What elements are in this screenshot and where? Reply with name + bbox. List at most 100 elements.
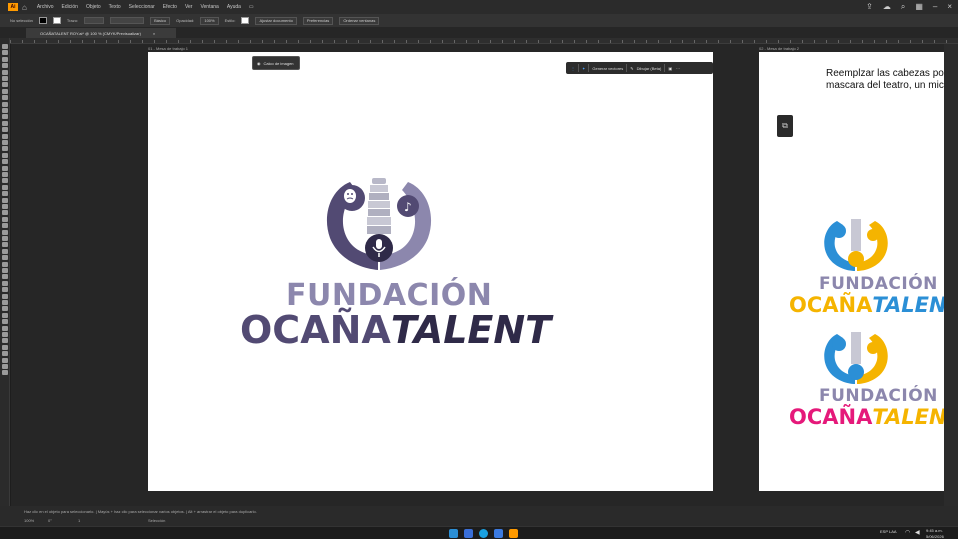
drag-handle-icon[interactable]: ⋮ xyxy=(571,66,575,71)
tool-icon[interactable] xyxy=(2,261,8,267)
tool-icon[interactable] xyxy=(2,312,8,318)
clock-date[interactable]: 5/06/2026 xyxy=(926,534,944,539)
tool-icon[interactable] xyxy=(2,101,8,107)
menu-ventana[interactable]: Ventana xyxy=(200,4,218,10)
close-tab-icon[interactable]: × xyxy=(153,31,155,36)
tool-icon[interactable] xyxy=(2,223,8,229)
tool-icon[interactable] xyxy=(2,210,8,216)
document-tab[interactable]: OCAÑATALENT ROY.ai* @ 100 % (CMYK/Previs… xyxy=(26,28,176,38)
wifi-icon[interactable]: ◠ xyxy=(905,529,910,536)
tool-icon[interactable] xyxy=(2,287,8,293)
tool-icon[interactable] xyxy=(2,357,8,363)
tool-icon[interactable] xyxy=(2,293,8,299)
illustrator-taskbar-icon[interactable] xyxy=(509,529,518,538)
more-options-button[interactable]: ··· xyxy=(676,66,680,71)
menu-objeto[interactable]: Objeto xyxy=(86,4,101,10)
close-window-icon[interactable]: × xyxy=(947,2,952,12)
arrange-icon[interactable]: ▦ xyxy=(915,2,923,12)
tool-icon[interactable] xyxy=(2,63,8,69)
tool-icon[interactable] xyxy=(2,370,8,376)
tool-icon[interactable] xyxy=(2,364,8,369)
tool-icon[interactable] xyxy=(2,56,8,62)
rotation-value[interactable]: 0° xyxy=(48,518,52,523)
tool-icon[interactable] xyxy=(2,108,8,113)
image-trace-button[interactable]: ◉ Calco de imagen xyxy=(252,56,300,70)
tool-icon[interactable] xyxy=(2,127,8,133)
tool-icon[interactable] xyxy=(2,120,8,126)
tool-icon[interactable] xyxy=(2,332,8,337)
clock-time[interactable]: 9:45 a.m. xyxy=(926,528,943,533)
zoom-level[interactable]: 100% xyxy=(24,518,34,523)
open-external-icon[interactable]: ⧉ xyxy=(777,115,793,137)
tool-icon[interactable] xyxy=(2,255,8,261)
tool-icon[interactable] xyxy=(2,165,8,171)
variable-width-select[interactable] xyxy=(110,17,145,24)
tool-icon[interactable] xyxy=(2,248,8,254)
tool-icon[interactable] xyxy=(2,216,8,222)
generate-vectors-button[interactable]: Generar vectores xyxy=(592,66,623,71)
menu-ver[interactable]: Ver xyxy=(185,4,193,10)
artboard-2-label[interactable]: 02 - Mesa de trabajo 2 xyxy=(759,46,799,51)
document-setup-button[interactable]: Ajustar documento xyxy=(255,16,297,25)
tool-icon[interactable] xyxy=(2,204,8,209)
home-icon[interactable]: ⌂ xyxy=(22,3,27,12)
menu-archivo[interactable]: Archivo xyxy=(37,4,54,10)
tool-icon[interactable] xyxy=(2,274,8,280)
volume-icon[interactable]: ◀ xyxy=(915,529,920,536)
tool-icon[interactable] xyxy=(2,280,8,286)
fill-swatch[interactable] xyxy=(38,17,47,24)
tool-icon[interactable] xyxy=(2,242,8,248)
style-swatch[interactable] xyxy=(241,17,250,24)
tool-icon[interactable] xyxy=(2,44,8,49)
tool-icon[interactable] xyxy=(2,236,8,241)
artboard-1-label[interactable]: 01 - Mesa de trabajo 1 xyxy=(148,46,188,51)
tool-icon[interactable] xyxy=(2,325,8,331)
browser-icon[interactable] xyxy=(479,529,488,538)
tool-icon[interactable] xyxy=(2,172,8,177)
tool-icon[interactable] xyxy=(2,351,8,357)
current-tool[interactable]: Selección xyxy=(148,518,165,523)
draw-beta-button[interactable]: Dibujar (Beta) xyxy=(637,66,662,71)
tool-icon[interactable] xyxy=(2,146,8,152)
share-icon[interactable]: ⇪ xyxy=(866,2,873,12)
generate-vectors-icon[interactable]: ✦ xyxy=(582,66,585,71)
language-indicator[interactable]: ESP LAA xyxy=(880,529,897,534)
tool-icon[interactable] xyxy=(2,184,8,190)
minimize-icon[interactable]: – xyxy=(933,2,937,12)
artboard-navigation[interactable]: 1 xyxy=(78,518,80,523)
tool-icon[interactable] xyxy=(2,114,8,120)
tool-icon[interactable] xyxy=(2,152,8,158)
tool-icon[interactable] xyxy=(2,95,8,101)
workspace-icon[interactable]: ▭ xyxy=(249,4,254,10)
preferences-button[interactable]: Preferencias xyxy=(302,16,334,25)
artboard-1[interactable]: ♪ FUNDACIÓN OCAÑATALENT xyxy=(148,52,713,491)
stroke-width-input[interactable] xyxy=(84,17,105,24)
tool-icon[interactable] xyxy=(2,69,8,75)
tool-icon[interactable] xyxy=(2,88,8,94)
stroke-swatch[interactable] xyxy=(52,17,61,24)
tool-icon[interactable] xyxy=(2,344,8,350)
draw-icon[interactable]: ✎ xyxy=(630,66,633,71)
tool-icon[interactable] xyxy=(2,300,8,305)
brush-select[interactable]: Básico xyxy=(150,16,171,25)
tool-icon[interactable] xyxy=(2,159,8,165)
tool-icon[interactable] xyxy=(2,197,8,203)
tool-icon[interactable] xyxy=(2,178,8,184)
tool-icon[interactable] xyxy=(2,50,8,56)
tool-icon[interactable] xyxy=(2,338,8,344)
tool-icon[interactable] xyxy=(2,319,8,325)
store-icon[interactable] xyxy=(494,529,503,538)
arrange-button[interactable]: Ordenar ventanas xyxy=(339,16,380,25)
tool-icon[interactable] xyxy=(2,268,8,273)
tool-icon[interactable] xyxy=(2,229,8,235)
artboard-2[interactable]: ⧉ FUNDACIÓN OCAÑATALENT FUNDACIÓN OCAÑAT… xyxy=(759,52,958,491)
tool-icon[interactable] xyxy=(2,306,8,312)
menu-efecto[interactable]: Efecto xyxy=(163,4,177,10)
opacity-input[interactable]: 100% xyxy=(200,16,219,25)
file-explorer-icon[interactable] xyxy=(464,529,473,538)
image-icon[interactable]: ▣ xyxy=(668,66,672,71)
menu-ayuda[interactable]: Ayuda xyxy=(227,4,241,10)
menu-seleccionar[interactable]: Seleccionar xyxy=(129,4,155,10)
windows-start-icon[interactable] xyxy=(449,529,458,538)
menu-texto[interactable]: Texto xyxy=(109,4,121,10)
